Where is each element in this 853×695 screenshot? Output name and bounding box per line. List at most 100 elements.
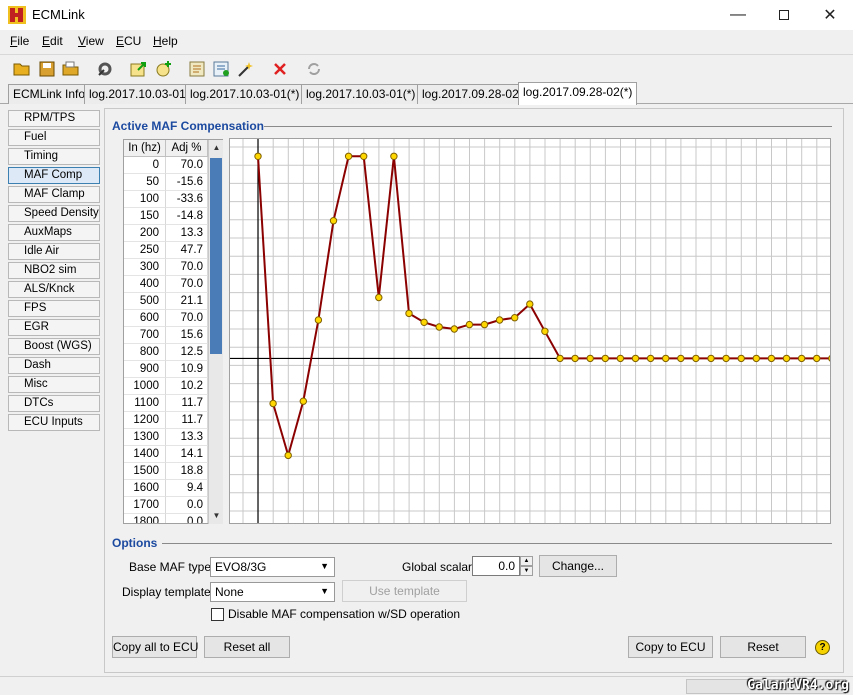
change-button[interactable]: Change... [539, 555, 617, 577]
spin-down-icon[interactable]: ▼ [520, 566, 533, 576]
copy-to-ecu-button[interactable]: Copy to ECU [628, 636, 713, 658]
column-header-adj[interactable]: Adj % [166, 140, 208, 157]
sidebar-item-boost-wgs[interactable]: Boost (WGS) [8, 338, 100, 355]
table-cell-adj[interactable]: 13.3 [166, 429, 208, 446]
sidebar-item-ecu-inputs[interactable]: ECU Inputs [8, 414, 100, 431]
sidebar-item-maf-comp[interactable]: MAF Comp [8, 167, 100, 184]
table-cell-adj[interactable]: 15.6 [166, 327, 208, 344]
disable-maf-checkbox[interactable] [211, 608, 224, 621]
reset-button[interactable]: Reset [720, 636, 806, 658]
table-cell-hz[interactable]: 1800 [124, 514, 166, 523]
table-scrollbar[interactable]: ▲ ▼ [208, 140, 223, 524]
table-cell-hz[interactable]: 1000 [124, 378, 166, 395]
table-cell-hz[interactable]: 900 [124, 361, 166, 378]
use-template-button[interactable]: Use template [342, 580, 467, 602]
menu-edit[interactable]: Edit [42, 34, 63, 48]
table-cell-hz[interactable]: 1100 [124, 395, 166, 412]
sidebar-item-maf-clamp[interactable]: MAF Clamp [8, 186, 100, 203]
table-cell-hz[interactable]: 150 [124, 208, 166, 225]
table-cell-adj[interactable]: 70.0 [166, 310, 208, 327]
sidebar-item-speed-density[interactable]: Speed Density [8, 205, 100, 222]
sidebar-item-als-knck[interactable]: ALS/Knck [8, 281, 100, 298]
table-cell-hz[interactable]: 400 [124, 276, 166, 293]
table-cell-hz[interactable]: 250 [124, 242, 166, 259]
spin-up-icon[interactable]: ▲ [520, 556, 533, 566]
refresh-icon[interactable] [305, 60, 323, 78]
table-cell-hz[interactable]: 1200 [124, 412, 166, 429]
save-icon[interactable] [38, 60, 56, 78]
table-cell-adj[interactable]: 47.7 [166, 242, 208, 259]
tab-log-2[interactable]: log.2017.10.03-01(*) [185, 84, 305, 104]
sidebar-item-timing[interactable]: Timing [8, 148, 100, 165]
tab-log-4[interactable]: log.2017.09.28-02 [417, 84, 524, 104]
table-cell-adj[interactable]: 14.1 [166, 446, 208, 463]
menu-file[interactable]: File [10, 34, 29, 48]
table-cell-hz[interactable]: 300 [124, 259, 166, 276]
sidebar-item-rpm-tps[interactable]: RPM/TPS [8, 110, 100, 127]
table-cell-adj[interactable]: 70.0 [166, 157, 208, 174]
sidebar-item-misc[interactable]: Misc [8, 376, 100, 393]
table-cell-adj[interactable]: 11.7 [166, 412, 208, 429]
sidebar-item-nbo2-sim[interactable]: NBO2 sim [8, 262, 100, 279]
table-cell-hz[interactable]: 600 [124, 310, 166, 327]
menu-ecu[interactable]: ECU [116, 34, 141, 48]
delete-icon[interactable] [271, 60, 289, 78]
table-cell-adj[interactable]: 18.8 [166, 463, 208, 480]
table-cell-adj[interactable]: 0.0 [166, 497, 208, 514]
tools-icon[interactable] [96, 60, 114, 78]
tab-log-3[interactable]: log.2017.10.03-01(*) [301, 84, 421, 104]
wand-icon[interactable] [237, 60, 255, 78]
convert-icon[interactable] [213, 60, 231, 78]
open-recent-icon[interactable] [62, 60, 80, 78]
sidebar-item-egr[interactable]: EGR [8, 319, 100, 336]
table-cell-hz[interactable]: 1300 [124, 429, 166, 446]
table-cell-hz[interactable]: 1700 [124, 497, 166, 514]
sidebar-item-dtcs[interactable]: DTCs [8, 395, 100, 412]
copy-all-to-ecu-button[interactable]: Copy all to ECU [112, 636, 198, 658]
table-cell-adj[interactable]: 21.1 [166, 293, 208, 310]
sidebar-item-fuel[interactable]: Fuel [8, 129, 100, 146]
menu-view[interactable]: View [78, 34, 104, 48]
base-maf-type-select[interactable]: EVO8/3G ▼ [210, 557, 335, 577]
close-button[interactable]: ✕ [807, 0, 853, 30]
table-cell-adj[interactable]: -14.8 [166, 208, 208, 225]
table-cell-hz[interactable]: 200 [124, 225, 166, 242]
table-cell-hz[interactable]: 100 [124, 191, 166, 208]
table-cell-adj[interactable]: -33.6 [166, 191, 208, 208]
open-folder-icon[interactable] [13, 60, 31, 78]
table-cell-adj[interactable]: 12.5 [166, 344, 208, 361]
display-template-select[interactable]: None ▼ [210, 582, 335, 602]
table-cell-hz[interactable]: 1500 [124, 463, 166, 480]
global-scalar-input[interactable]: 0.0 [472, 556, 520, 576]
table-cell-adj[interactable]: 10.9 [166, 361, 208, 378]
table-cell-hz[interactable]: 1600 [124, 480, 166, 497]
table-cell-adj[interactable]: 9.4 [166, 480, 208, 497]
scroll-thumb[interactable] [210, 158, 222, 354]
table-cell-adj[interactable]: 70.0 [166, 259, 208, 276]
reset-all-button[interactable]: Reset all [204, 636, 290, 658]
tab-log-1[interactable]: log.2017.10.03-01 [84, 84, 191, 104]
table-cell-hz[interactable]: 50 [124, 174, 166, 191]
sidebar-item-idle-air[interactable]: Idle Air [8, 243, 100, 260]
sidebar-item-fps[interactable]: FPS [8, 300, 100, 317]
table-cell-hz[interactable]: 800 [124, 344, 166, 361]
help-icon[interactable]: ? [815, 640, 830, 655]
edit-log-icon[interactable] [189, 60, 207, 78]
tab-ecmlink-info[interactable]: ECMLink Info [8, 84, 91, 104]
tab-log-5[interactable]: log.2017.09.28-02(*) [518, 82, 638, 105]
maximize-button[interactable] [761, 0, 807, 30]
table-cell-hz[interactable]: 700 [124, 327, 166, 344]
table-cell-hz[interactable]: 0 [124, 157, 166, 174]
table-cell-adj[interactable]: 70.0 [166, 276, 208, 293]
table-cell-adj[interactable]: 10.2 [166, 378, 208, 395]
table-cell-adj[interactable]: 11.7 [166, 395, 208, 412]
table-cell-hz[interactable]: 1400 [124, 446, 166, 463]
minimize-button[interactable]: — [715, 0, 761, 30]
scroll-down-icon[interactable]: ▼ [209, 508, 224, 524]
menu-help[interactable]: Help [153, 34, 178, 48]
table-cell-adj[interactable]: -15.6 [166, 174, 208, 191]
table-cell-adj[interactable]: 13.3 [166, 225, 208, 242]
table-cell-adj[interactable]: 0.0 [166, 514, 208, 523]
export-icon[interactable] [130, 60, 148, 78]
table-cell-hz[interactable]: 500 [124, 293, 166, 310]
